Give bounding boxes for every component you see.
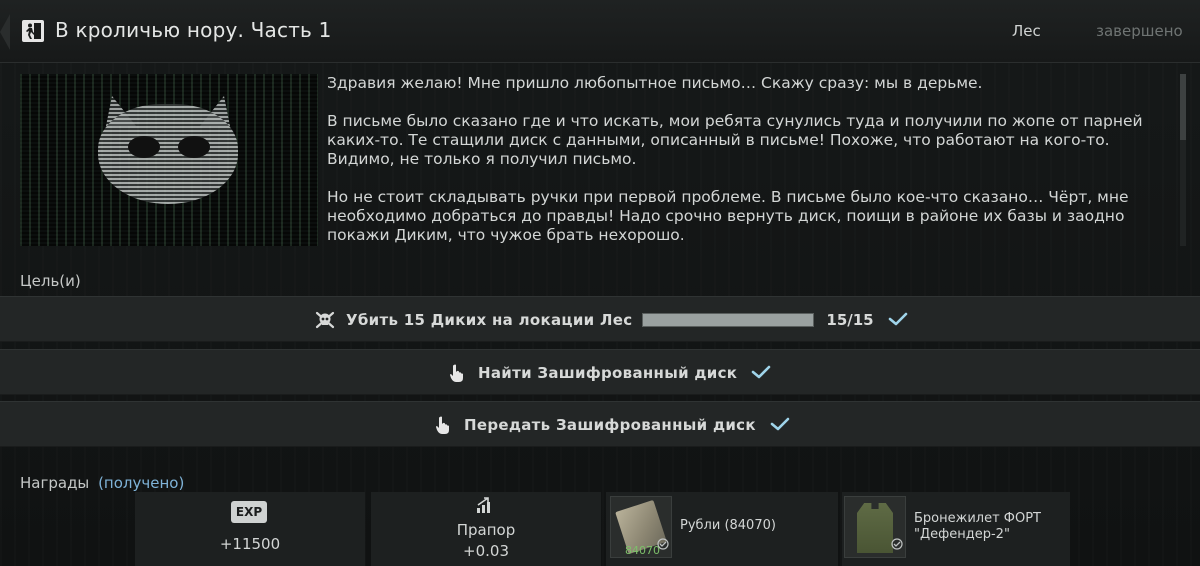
- description-scrollbar[interactable]: [1180, 74, 1186, 246]
- rewards-title: Награды: [20, 474, 90, 492]
- objective-text: Убить 15 Диких на локации Лес: [346, 311, 633, 329]
- found-check-icon: [657, 535, 669, 554]
- exp-value: +11500: [219, 535, 281, 553]
- item-name: Рубли (84070): [680, 518, 776, 533]
- description-paragraph: Но не стоит складывать ручки при первой …: [327, 188, 1129, 244]
- objective-text: Передать Зашифрованный диск: [464, 416, 756, 434]
- stack-count: 84070: [625, 544, 660, 557]
- hand-pointer-icon: [446, 362, 468, 384]
- back-notch[interactable]: [0, 14, 10, 50]
- check-icon: [751, 364, 771, 383]
- rewards-status: (получено): [98, 474, 185, 492]
- exit-door-icon: [22, 20, 44, 42]
- reward-exp: EXP +11500: [135, 492, 365, 566]
- rubles-icon[interactable]: 84070: [610, 496, 672, 558]
- description-paragraph: Здравия желаю! Мне пришло любопытное пис…: [327, 74, 983, 92]
- objective-row: Передать Зашифрованный диск: [0, 401, 1200, 447]
- item-name: Бронежилет ФОРТ "Дефендер-2": [914, 511, 1041, 542]
- quest-location: Лес: [1012, 22, 1041, 40]
- check-icon: [770, 416, 790, 435]
- exp-badge: EXP: [231, 501, 267, 523]
- check-icon: [888, 311, 908, 330]
- quest-header: В кроличью нору. Часть 1 Лес завершено: [0, 0, 1200, 63]
- standing-up-icon: [475, 496, 495, 518]
- vest-image: [857, 503, 893, 553]
- reward-item[interactable]: 84070 Рубли (84070): [606, 492, 838, 566]
- scrollbar-thumb[interactable]: [1180, 74, 1186, 140]
- quest-description: Здравия желаю! Мне пришло любопытное пис…: [327, 74, 1177, 246]
- reward-standing: Прапор +0.03: [371, 492, 601, 566]
- objective-row: Найти Зашифрованный диск: [0, 349, 1200, 395]
- mask-eye-right: [178, 136, 210, 158]
- rewards-label: Награды (получено): [20, 474, 184, 492]
- quest-status: завершено: [1096, 22, 1183, 40]
- skull-crossbones-icon: [314, 309, 336, 331]
- description-paragraph: В письме было сказано где и что искать, …: [327, 112, 1143, 168]
- reward-item[interactable]: Бронежилет ФОРТ "Дефендер-2": [842, 492, 1070, 566]
- standing-trader: Прапор: [456, 521, 516, 539]
- body-armor-icon[interactable]: [844, 496, 906, 558]
- objective-row: Убить 15 Диких на локации Лес 15/15: [0, 296, 1200, 342]
- mask-face: [98, 104, 238, 204]
- progress-fill: [643, 314, 814, 326]
- objective-progress-bar: [642, 313, 815, 327]
- objective-count: 15/15: [826, 311, 874, 329]
- objectives-label: Цель(и): [20, 272, 81, 290]
- found-check-icon: [891, 535, 903, 554]
- mask-eye-left: [128, 136, 160, 158]
- objective-text: Найти Зашифрованный диск: [478, 364, 738, 382]
- hand-pointer-icon: [432, 414, 454, 436]
- standing-value: +0.03: [463, 542, 509, 560]
- trader-portrait: [20, 74, 318, 246]
- quest-title: В кроличью нору. Часть 1: [55, 18, 332, 42]
